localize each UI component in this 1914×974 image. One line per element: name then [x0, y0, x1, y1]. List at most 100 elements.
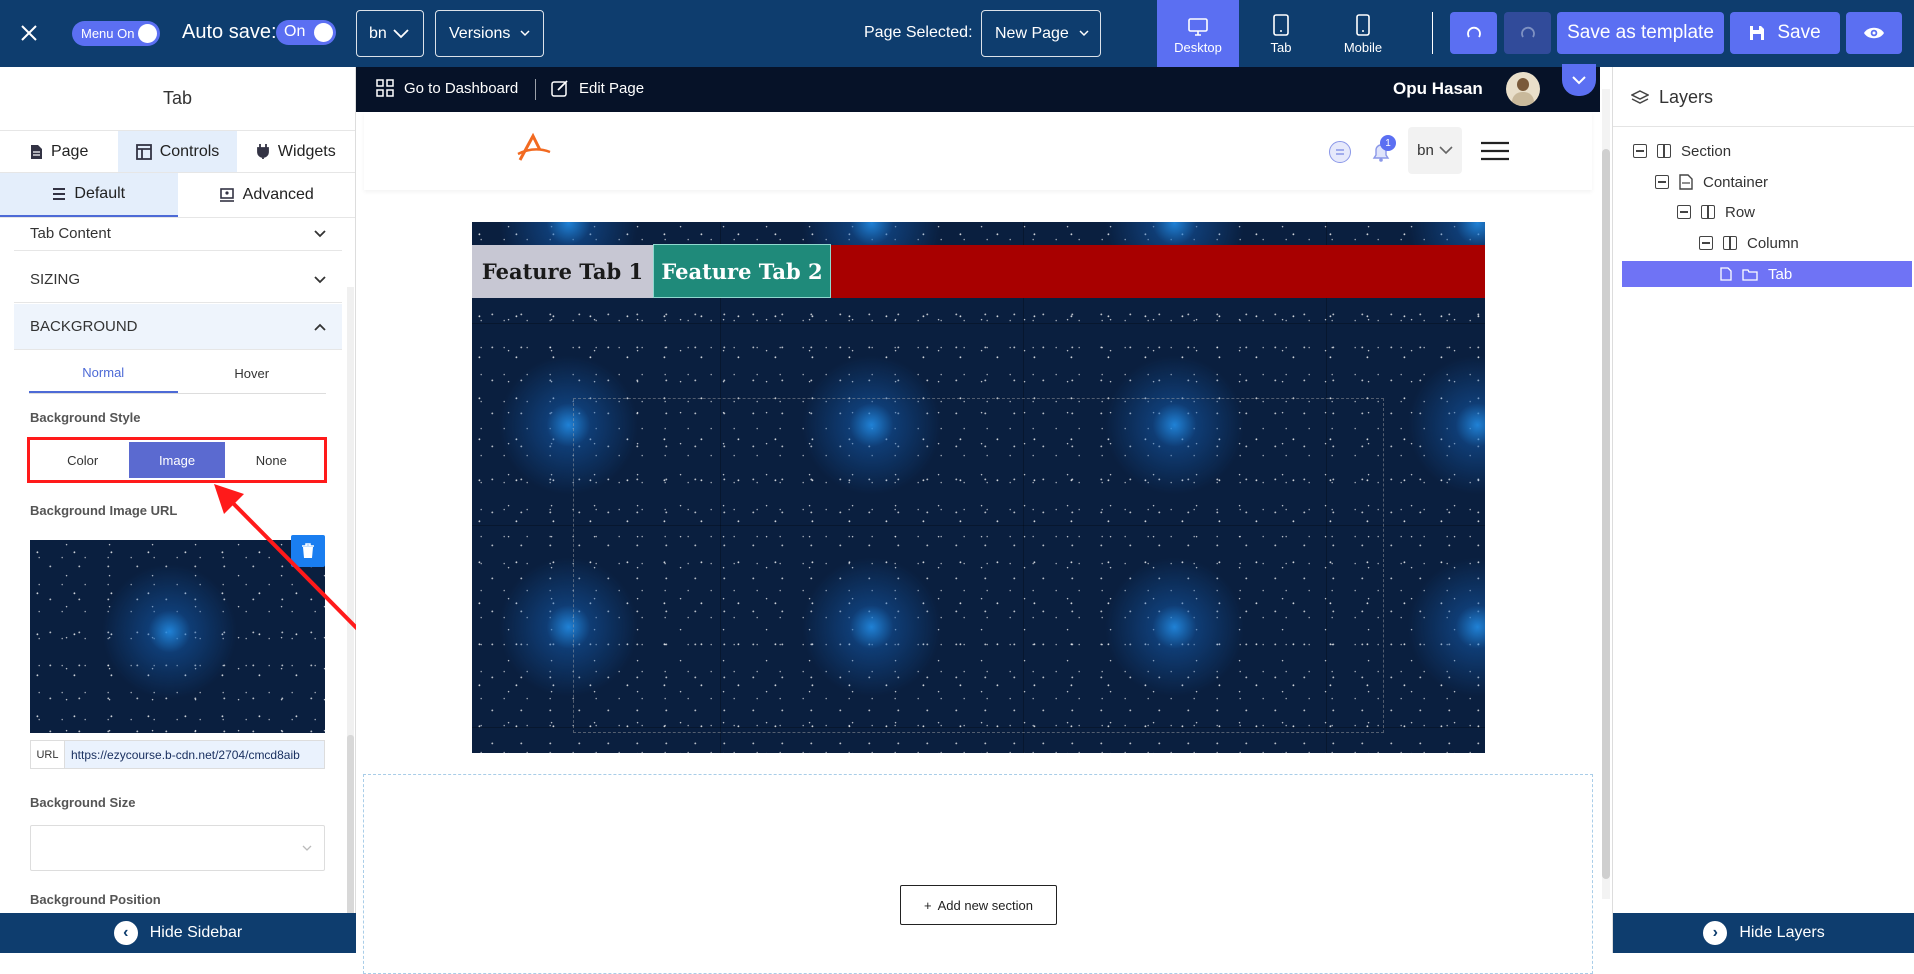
menu-toggle-label: Menu On — [81, 26, 135, 41]
accordion-background[interactable]: BACKGROUND — [14, 304, 342, 350]
chat-icon[interactable] — [1329, 141, 1351, 163]
versions-dropdown[interactable]: Versions — [435, 10, 544, 57]
versions-label: Versions — [449, 24, 511, 42]
chevron-down-icon — [314, 275, 326, 283]
settings-sidebar: Tab Page Controls Widgets Default Advanc… — [0, 67, 356, 953]
style-color-button[interactable]: Color — [36, 442, 129, 478]
user-name: Opu Hasan — [1393, 79, 1483, 98]
hide-sidebar-label: Hide Sidebar — [149, 924, 243, 941]
undo-button[interactable] — [1450, 12, 1497, 54]
chevron-down-icon — [302, 845, 312, 851]
canvas-scrollbar[interactable] — [1602, 89, 1610, 899]
tab-widgets[interactable]: Widgets — [237, 131, 355, 172]
layer-item-tab[interactable]: Tab — [1622, 261, 1912, 287]
style-none-button[interactable]: None — [225, 442, 318, 478]
layer-item-container[interactable]: Container — [1655, 169, 1768, 195]
section-label: SIZING — [30, 271, 81, 288]
chevron-down-icon — [1572, 75, 1586, 84]
close-icon[interactable] — [14, 18, 44, 48]
device-tab-button[interactable]: Tab — [1240, 0, 1322, 67]
toggle-knob — [138, 24, 157, 43]
collapse-icon[interactable] — [1699, 236, 1713, 250]
feature-tab-1[interactable]: Feature Tab 1 — [472, 245, 653, 298]
add-new-section-button[interactable]: + Add new section — [900, 885, 1057, 925]
url-input[interactable]: https://ezycourse.b-cdn.net/2704/cmcd8ai… — [65, 741, 324, 768]
grid-icon — [376, 79, 394, 97]
save-as-template-button[interactable]: Save as template — [1557, 12, 1724, 54]
collapse-icon[interactable] — [1655, 175, 1669, 189]
edit-icon — [551, 80, 568, 97]
phone-icon — [1356, 14, 1370, 36]
chevron-up-icon — [314, 323, 326, 331]
subtab-label: Default — [74, 185, 126, 202]
hide-sidebar-button[interactable]: ‹ Hide Sidebar — [0, 913, 356, 953]
redo-button[interactable] — [1504, 12, 1551, 54]
go-to-dashboard-link[interactable]: Go to Dashboard — [376, 79, 518, 97]
feature-tab-2[interactable]: Feature Tab 2 — [653, 244, 831, 298]
canvas-admin-bar: Go to Dashboard Edit Page Opu Hasan — [356, 64, 1600, 112]
tab-controls[interactable]: Controls — [118, 131, 237, 172]
divider — [1432, 12, 1433, 54]
layer-item-column[interactable]: Column — [1699, 230, 1799, 256]
divider — [535, 79, 536, 100]
style-option-label: Image — [158, 452, 196, 468]
chevron-down-icon — [393, 28, 409, 38]
delete-image-button[interactable] — [291, 535, 325, 567]
redo-icon — [1520, 26, 1535, 38]
style-image-button[interactable]: Image — [129, 442, 225, 478]
preview-button[interactable] — [1846, 12, 1902, 54]
device-desktop-button[interactable]: Desktop — [1157, 0, 1239, 67]
tab-default[interactable]: Default — [0, 173, 178, 217]
device-label: Desktop — [1174, 40, 1222, 55]
tablet-icon — [1273, 14, 1289, 36]
layer-label: Tab — [1768, 265, 1793, 283]
tab-advanced[interactable]: Advanced — [178, 173, 356, 217]
collapse-icon[interactable] — [1633, 144, 1647, 158]
menu-toggle[interactable]: Menu On — [72, 21, 160, 46]
hamburger-menu-icon[interactable] — [1480, 141, 1510, 161]
layer-item-row[interactable]: Row — [1677, 199, 1755, 225]
url-field[interactable]: URL https://ezycourse.b-cdn.net/2704/cmc… — [30, 740, 325, 769]
tab-hover[interactable]: Hover — [178, 353, 327, 393]
section-label: BACKGROUND — [30, 318, 138, 335]
page-select[interactable]: New Page — [981, 10, 1101, 57]
style-option-label: Color — [67, 452, 99, 468]
page-canvas: Go to Dashboard Edit Page Opu Hasan 1 bn — [356, 64, 1610, 974]
toggle-knob — [314, 23, 333, 42]
state-label: Normal — [82, 364, 125, 380]
layers-header: Layers — [1631, 87, 1713, 108]
page-icon — [1720, 267, 1732, 281]
tab-normal[interactable]: Normal — [29, 353, 178, 393]
canvas-scrollbar-thumb[interactable] — [1602, 149, 1610, 879]
language-value: bn — [369, 24, 387, 42]
collapse-bar-button[interactable] — [1562, 64, 1596, 96]
layer-item-section[interactable]: Section — [1633, 138, 1731, 164]
avatar[interactable] — [1506, 72, 1540, 106]
column-icon — [1723, 236, 1737, 250]
tab-page[interactable]: Page — [0, 131, 118, 172]
nav-language-select[interactable]: bn — [1408, 127, 1462, 174]
language-select[interactable]: bn — [356, 10, 424, 57]
accordion-tab-content[interactable]: Tab Content — [14, 217, 342, 251]
edit-page-link[interactable]: Edit Page — [551, 79, 644, 97]
device-mobile-button[interactable]: Mobile — [1322, 0, 1404, 67]
layers-panel: Layers Section Container Row Column Tab … — [1612, 67, 1914, 953]
collapse-icon[interactable] — [1677, 205, 1691, 219]
tab-content-area — [573, 398, 1384, 733]
layout-icon — [135, 143, 152, 160]
chevron-left-icon: ‹ — [113, 921, 138, 945]
notification-bell-icon[interactable]: 1 — [1370, 135, 1396, 163]
chevron-down-icon — [1079, 30, 1089, 37]
autosave-toggle[interactable]: On — [276, 20, 336, 45]
chevron-right-icon: › — [1703, 921, 1728, 945]
background-size-select[interactable] — [30, 825, 325, 871]
hide-layers-button[interactable]: › Hide Layers — [1613, 913, 1914, 953]
save-icon — [1750, 26, 1765, 40]
site-logo[interactable] — [516, 132, 552, 164]
trash-icon — [302, 543, 314, 558]
page-selected-label: Page Selected: — [864, 24, 973, 41]
accordion-sizing[interactable]: SIZING — [14, 257, 342, 303]
undo-icon — [1466, 26, 1481, 38]
save-button[interactable]: Save — [1730, 12, 1840, 54]
background-style-selector: Color Image None — [27, 437, 327, 483]
